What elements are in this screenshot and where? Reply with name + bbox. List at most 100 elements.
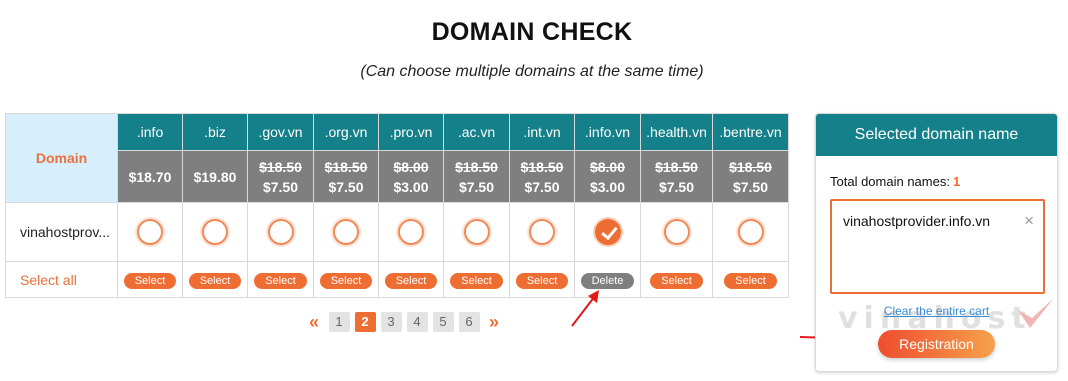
new-price: $7.50 [524,178,560,195]
price-cell: $18.50 $7.50 [640,150,713,203]
page-subtitle: (Can choose multiple domains at the same… [360,63,704,80]
select-button[interactable]: Select [384,272,438,289]
extension-header: .pro.vn [378,113,444,151]
old-price: $8.00 [393,158,429,175]
extension-header: .info.vn [574,113,641,151]
radio-cell [378,202,444,262]
page-5[interactable]: 5 [432,312,454,332]
radio-cell [117,202,183,262]
pagination: « 123456 » [305,312,503,332]
old-price: $18.50 [259,158,302,175]
radio-cell [313,202,379,262]
new-price: $7.50 [732,178,769,195]
radio-button[interactable] [398,219,424,245]
price-cell: $18.50 $7.50 [712,150,789,203]
pagination-prev-icon[interactable]: « [305,312,323,332]
price-cell: $18.50 $7.50 [443,150,510,203]
page-4[interactable]: 4 [406,312,428,332]
total-count-value: 1 [952,174,961,189]
select-button[interactable]: Select [515,272,569,289]
select-button[interactable]: Select [254,272,307,289]
total-domain-count: Total domain names: 1 [830,174,960,189]
panel-title: Selected domain name [816,114,1057,156]
action-cell: Select [378,261,444,298]
radio-checked[interactable] [594,219,621,245]
action-cell: Select [313,261,379,298]
radio-cell [712,202,789,262]
action-row: Select all Select Select Select Select Selec… [5,261,789,298]
new-price: $7.50 [262,178,299,195]
radio-button[interactable] [663,219,690,245]
new-price: $3.00 [589,178,626,195]
select-all-link[interactable]: Select all [5,261,118,298]
select-button[interactable]: Select [123,272,177,289]
action-cell: Select [117,261,183,298]
clear-cart-link[interactable]: Clear the entire cart [816,304,1057,318]
page-2[interactable]: 2 [354,312,376,332]
new-price: $7.50 [658,178,695,195]
radio-button[interactable] [333,219,359,245]
action-cell: Select [509,261,575,298]
extension-header: .gov.vn [247,113,314,151]
extension-header: .biz [182,113,248,151]
price-row: $18.70 $19.80 $18.50 $7.50 $18.50 $7.50 $8.00 $… [6,150,789,203]
price-cell: $18.50 $7.50 [247,150,314,203]
total-count-label: Total domain names: [830,174,950,189]
price: $18.70 [128,168,172,185]
registration-button[interactable]: Registration [878,330,995,358]
domain-row: vinahostprov... [5,202,789,262]
domain-column-header: Domain [5,113,118,203]
extension-header: .info [117,113,183,151]
new-price: $7.50 [458,178,495,195]
price-cell: $18.50 $7.50 [509,150,575,203]
select-button[interactable]: Select [650,272,703,289]
radio-cell [509,202,575,262]
radio-button[interactable] [737,219,764,245]
radio-cell [182,202,248,262]
radio-cell [247,202,314,262]
action-cell: Select [640,261,713,298]
radio-button[interactable] [137,219,163,245]
pagination-next-icon[interactable]: » [485,312,503,332]
radio-cell [443,202,510,262]
select-button[interactable]: Select [319,272,373,289]
old-price: $8.00 [589,158,626,175]
extension-header: .health.vn [640,113,713,151]
old-price: $18.50 [520,158,564,175]
radio-button[interactable] [267,219,294,245]
old-price: $18.50 [324,158,368,175]
radio-button[interactable] [529,219,555,245]
extension-header: .org.vn [313,113,379,151]
action-cell: Select [182,261,248,298]
old-price: $18.50 [655,158,698,175]
price-cell: $8.00 $3.00 [378,150,444,203]
page-title: DOMAIN CHECK [431,18,633,46]
pagination-pages: 123456 [326,312,482,332]
cart-item: vinahostprovider.info.vn [843,213,991,229]
extension-header-row: Domain .info .biz .gov.vn .org.vn .pro.vn .ac… [5,113,789,203]
price-cell: $18.70 [117,150,183,203]
page-3[interactable]: 3 [380,312,402,332]
radio-button[interactable] [463,219,490,245]
cart-box: vinahostprovider.info.vn × [830,199,1045,294]
page-1[interactable]: 1 [328,312,350,332]
close-icon[interactable]: × [1024,211,1034,231]
select-button[interactable]: Select [450,272,503,289]
domain-table: Domain .info .biz .gov.vn .org.vn .pro.vn .ac… [5,113,789,298]
new-price: $7.50 [328,178,364,195]
page-6[interactable]: 6 [458,312,480,332]
extension-header: .bentre.vn [712,113,789,151]
new-price: $3.00 [393,178,429,195]
price-cell: $18.50 $7.50 [313,150,379,203]
select-button[interactable]: Select [724,272,777,289]
action-cell: Select [443,261,510,298]
radio-cell [640,202,713,262]
radio-button[interactable] [202,219,228,245]
extension-header: .int.vn [509,113,575,151]
price: $19.80 [193,168,237,185]
action-cell: Select [712,261,789,298]
old-price: $18.50 [455,158,498,175]
action-cell: Select [247,261,314,298]
select-button[interactable]: Select [188,272,242,289]
radio-cell [574,202,641,262]
